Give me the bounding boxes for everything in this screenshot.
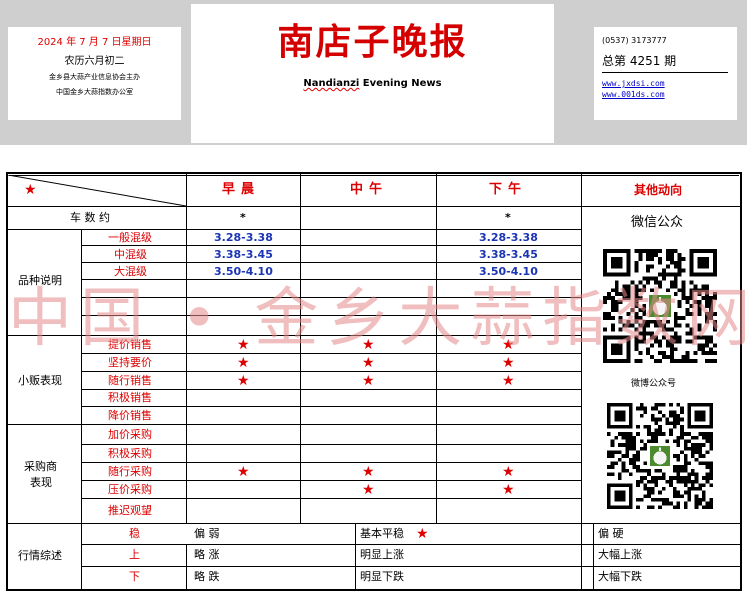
vendor-label: 降价销售: [108, 409, 152, 422]
summary-c2: 明显下跌: [360, 570, 404, 583]
weibo-qr-code[interactable]: [607, 403, 713, 509]
vendor-group: 小贩表现: [18, 374, 62, 387]
summary-c3: 偏 硬: [598, 527, 624, 540]
sponsor: 金乡县大蒜产业信息协会主办: [49, 73, 140, 81]
buyer-label: 推迟观望: [108, 504, 152, 517]
date: 2024 年 7 月 7 日星期日: [37, 37, 152, 48]
vendor-label: 坚持要价: [108, 356, 152, 369]
subtitle-rest: Evening News: [359, 78, 442, 89]
summary-c1: 略 跌: [194, 570, 220, 583]
variety-afternoon: 3.38-3.45: [479, 248, 538, 261]
vendor-morning-star: ★: [237, 355, 250, 371]
vehicles-afternoon: *: [505, 211, 511, 224]
qr-finder: [689, 249, 717, 277]
variety-group: 品种说明: [18, 274, 62, 287]
vendor-morning-star: ★: [237, 337, 250, 353]
buyer-noon-star: ★: [362, 464, 375, 480]
buyer-label: 加价采购: [108, 428, 152, 441]
col-noon: 中午: [350, 182, 389, 197]
weibo-label: 微博公众号: [631, 379, 677, 389]
variety-label: 一般混级: [108, 231, 152, 244]
buyer-noon-star: ★: [362, 482, 375, 498]
wechat-label: 微信公众: [631, 215, 684, 230]
vendor-afternoon-star: ★: [502, 337, 515, 353]
contact-box: (0537) 3173777 总第 4251 期 www.jxdsi.com w…: [594, 27, 737, 120]
col-morning: 早晨: [222, 182, 261, 197]
summary-label: 上: [129, 548, 140, 561]
summary-label: 下: [129, 570, 140, 583]
summary-c1: 略 涨: [194, 548, 220, 561]
phone: (0537) 3173777: [602, 36, 667, 45]
masthead: 2024 年 7 月 7 日星期日 农历六月初二 金乡县大蒜产业信息协会主办 中…: [0, 0, 747, 145]
variety-morning: 3.50-4.10: [214, 265, 273, 278]
qr-finder: [687, 403, 713, 429]
date-box: 2024 年 7 月 7 日星期日 农历六月初二 金乡县大蒜产业信息协会主办 中…: [8, 27, 181, 120]
subtitle-underlined: Nandianzi: [303, 78, 360, 89]
col-other: 其他动向: [634, 183, 683, 197]
wechat-qr-code[interactable]: [603, 249, 717, 363]
variety-afternoon: 3.50-4.10: [479, 265, 538, 278]
garlic-logo-icon: [648, 444, 672, 468]
buyer-label: 压价采购: [108, 483, 152, 496]
buyer-morning-star: ★: [237, 464, 250, 480]
qr-finder: [607, 403, 633, 429]
vendor-noon-star: ★: [362, 337, 375, 353]
variety-morning: 3.28-3.38: [214, 231, 273, 244]
qr-finder: [603, 335, 631, 363]
newspaper-title: 南店子晚报: [277, 21, 468, 63]
office: 中国金乡大蒜指数办公室: [56, 88, 133, 96]
summary-c2-star: ★: [416, 526, 429, 542]
summary-label: 稳: [129, 527, 140, 540]
summary-c2: 基本平稳: [360, 527, 404, 540]
qr-finder: [607, 483, 633, 509]
summary-c1: 偏 弱: [194, 527, 220, 540]
link-001ds[interactable]: www.001ds.com: [602, 90, 737, 99]
buyer-afternoon-star: ★: [502, 464, 515, 480]
col-afternoon: 下午: [489, 182, 528, 197]
vehicles-morning: *: [240, 211, 246, 224]
link-jxdsi[interactable]: www.jxdsi.com: [602, 79, 737, 88]
buyer-label: 随行采购: [108, 465, 152, 478]
vendor-label: 提价销售: [108, 338, 152, 351]
title-box: 南店子晚报 Nandianzi Evening News: [191, 4, 554, 143]
vendor-noon-star: ★: [362, 373, 375, 389]
variety-afternoon: 3.28-3.38: [479, 231, 538, 244]
issue-number: 总第 4251 期: [602, 52, 728, 73]
qr-finder: [603, 249, 631, 277]
summary-c2: 明显上涨: [360, 548, 404, 561]
vehicles-label: 车 数 约: [70, 211, 110, 224]
corner-star: ★: [24, 182, 37, 198]
newspaper-subtitle: Nandianzi Evening News: [191, 78, 554, 89]
buyer-group-line1: 采购商: [24, 460, 57, 473]
vendor-label: 随行销售: [108, 374, 152, 387]
summary-c3: 大幅上涨: [598, 548, 642, 561]
variety-label: 大混级: [114, 265, 147, 278]
vendor-label: 积极销售: [108, 391, 152, 404]
variety-label: 中混级: [114, 248, 147, 261]
vendor-afternoon-star: ★: [502, 373, 515, 389]
summary-group: 行情综述: [18, 549, 62, 562]
summary-c3: 大幅下跌: [598, 570, 642, 583]
vendor-morning-star: ★: [237, 373, 250, 389]
buyer-afternoon-star: ★: [502, 482, 515, 498]
buyer-label: 积极采购: [108, 447, 152, 460]
vendor-afternoon-star: ★: [502, 355, 515, 371]
lunar-date: 农历六月初二: [64, 56, 125, 67]
vendor-noon-star: ★: [362, 355, 375, 371]
variety-morning: 3.38-3.45: [214, 248, 273, 261]
garlic-logo-icon: [647, 293, 673, 319]
buyer-group-line2: 表现: [30, 476, 52, 489]
